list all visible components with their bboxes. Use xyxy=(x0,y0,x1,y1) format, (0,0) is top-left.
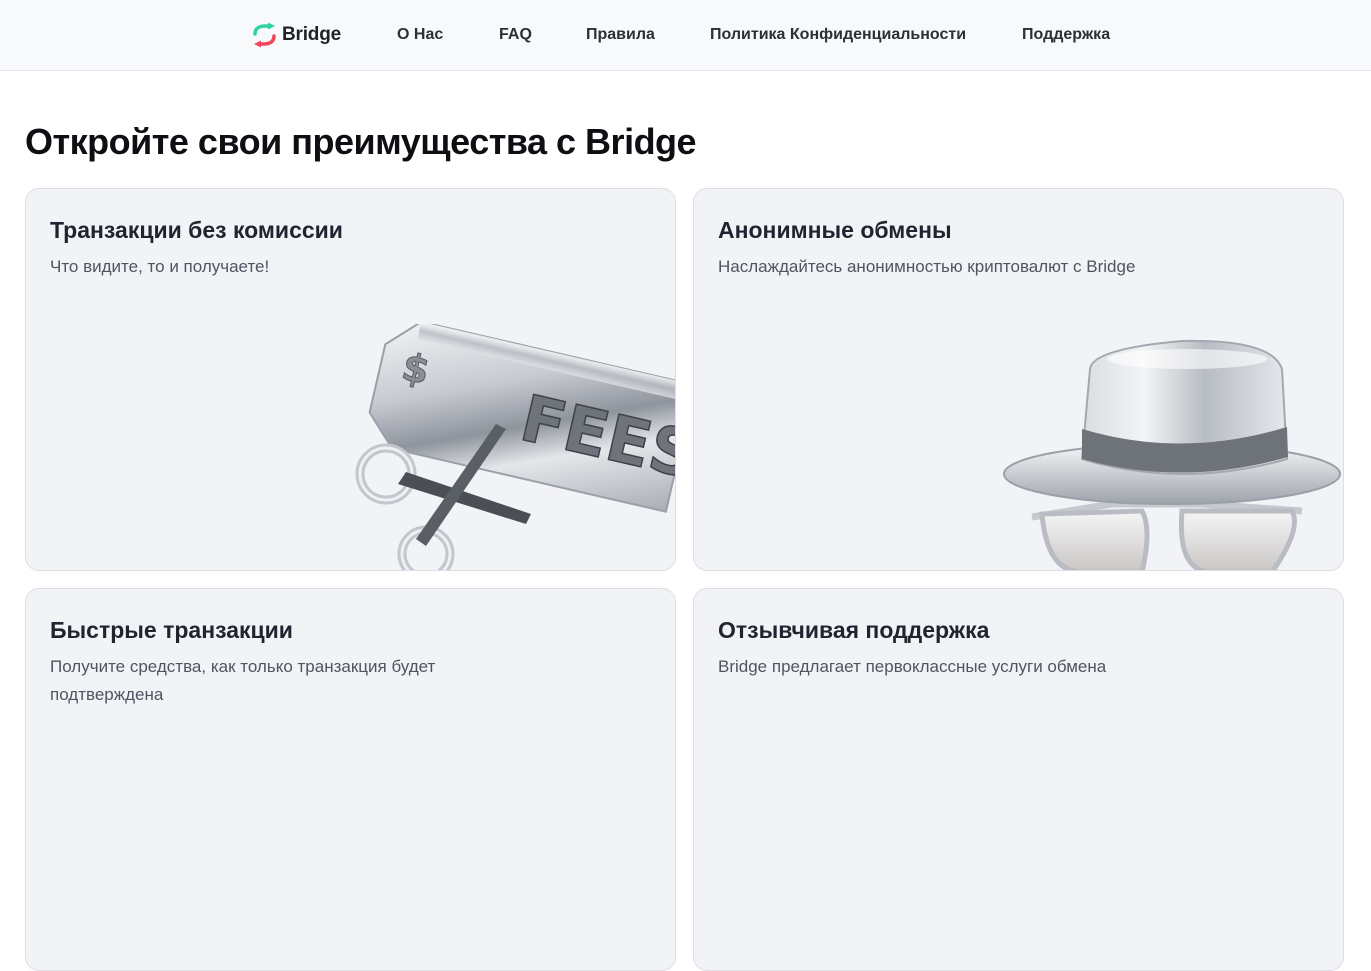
brand-logo[interactable]: Bridge xyxy=(251,22,341,48)
feature-card-title: Отзывчивая поддержка xyxy=(718,617,990,643)
page-title: Откройте свои преимущества с Bridge xyxy=(25,121,697,162)
top-navbar: Bridge О Нас FAQ Правила Политика Конфид… xyxy=(0,0,1371,71)
feature-card-description: Получите средства, как только транзакция… xyxy=(50,657,436,704)
nav-link-faq[interactable]: FAQ xyxy=(499,25,532,45)
feature-card-title: Быстрые транзакции xyxy=(50,617,293,643)
fees-price-tag-image: FEES $ xyxy=(355,324,675,570)
exchange-arrows-icon xyxy=(253,22,276,48)
feature-card-support: Отзывчивая поддержка Bridge предлагает п… xyxy=(693,588,1344,971)
feature-card-title: Транзакции без комиссии xyxy=(50,217,343,243)
brand-name: Bridge xyxy=(282,24,341,45)
nav-link-rules[interactable]: Правила xyxy=(586,25,655,45)
feature-card-description: Наслаждайтесь анонимностью криптовалют с… xyxy=(718,257,1136,276)
nav-link-privacy-policy[interactable]: Политика Конфиденциальности xyxy=(710,25,966,45)
nav-link-about[interactable]: О Нас xyxy=(397,25,443,45)
feature-card-fast-transactions: Быстрые транзакции Получите средства, ка… xyxy=(25,588,676,971)
hat-glasses-icon xyxy=(1003,339,1341,570)
feature-card-no-fees: Транзакции без комиссии Что видите, то и… xyxy=(25,188,676,571)
feature-card-anonymous: Анонимные обмены Наслаждайтесь анонимнос… xyxy=(693,188,1344,571)
feature-card-description: Bridge предлагает первоклассные услуги о… xyxy=(718,657,1107,676)
nav-link-support[interactable]: Поддержка xyxy=(1022,25,1110,45)
feature-card-description: Что видите, то и получаете! xyxy=(50,257,270,276)
feature-card-title: Анонимные обмены xyxy=(718,217,952,243)
